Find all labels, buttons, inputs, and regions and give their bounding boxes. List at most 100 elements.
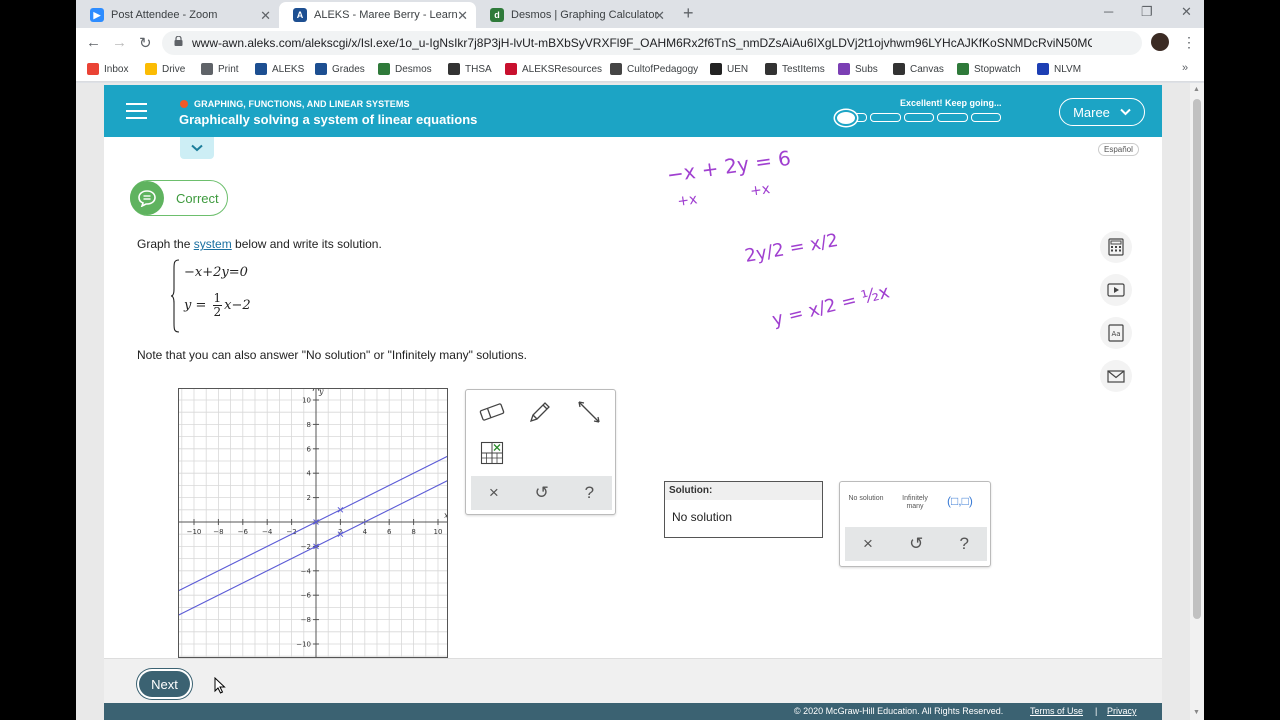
help-button[interactable]: ? <box>959 534 968 554</box>
undo-button[interactable]: ↺ <box>909 534 923 554</box>
restore-button[interactable]: ❐ <box>1141 4 1153 20</box>
bookmark-print[interactable]: Print <box>201 63 239 75</box>
bookmark-uen[interactable]: UEN <box>710 63 748 75</box>
ordered-pair-button[interactable]: (□,□) <box>947 494 973 508</box>
bookmark-aleks[interactable]: ALEKS <box>255 63 304 75</box>
system-link[interactable]: system <box>194 237 232 251</box>
bookmark-grades[interactable]: Grades <box>315 63 365 75</box>
close-icon[interactable]: ✕ <box>457 8 468 24</box>
graph-canvas[interactable]: xy−10−8−6−4−2246810108642−2−4−6−8−10 <box>178 388 448 658</box>
collapse-header-button[interactable] <box>180 137 214 159</box>
bookmark-cultofpedagogy[interactable]: CultofPedagogy <box>610 63 698 75</box>
clear-button[interactable]: × <box>863 534 873 554</box>
bookmark-thsa[interactable]: THSA <box>448 63 492 75</box>
profile-avatar[interactable] <box>1151 33 1169 51</box>
mail-icon[interactable] <box>1100 360 1132 392</box>
bookmark-drive[interactable]: Drive <box>145 63 185 75</box>
fraction: 12 <box>212 292 223 319</box>
uen-icon <box>710 63 722 75</box>
printer-icon <box>201 63 213 75</box>
flag-icon <box>765 63 777 75</box>
bookmark-desmos[interactable]: Desmos <box>378 63 432 75</box>
answer-note: Note that you can also answer "No soluti… <box>137 348 527 362</box>
close-icon[interactable]: ✕ <box>654 8 665 24</box>
table-icon[interactable] <box>477 438 507 468</box>
menu-icon[interactable] <box>126 103 147 119</box>
line-tool-icon[interactable] <box>574 397 604 427</box>
bookmark-subs[interactable]: Subs <box>838 63 878 75</box>
pencil-icon[interactable] <box>525 397 555 427</box>
tab-aleks[interactable]: A ALEKS - Maree Berry - Learn ✕ <box>279 2 476 28</box>
copyright-text: © 2020 McGraw-Hill Education. All Rights… <box>794 706 1004 716</box>
browser-menu-icon[interactable]: ⋮ <box>1182 34 1196 51</box>
annotation-line-2: 2y/2 = x/2 <box>743 230 840 267</box>
bookmarks-overflow-icon[interactable]: » <box>1182 62 1188 74</box>
scroll-down-icon[interactable]: ▼ <box>1193 709 1200 716</box>
clear-button[interactable]: × <box>489 483 499 503</box>
new-tab-button[interactable]: + <box>683 3 694 24</box>
tab-desmos[interactable]: d Desmos | Graphing Calculator ✕ <box>476 2 673 28</box>
bookmark-testitems[interactable]: TestItems <box>765 63 825 75</box>
undo-button[interactable]: ↺ <box>535 483 549 503</box>
y-tick-label: 10 <box>302 397 311 405</box>
user-menu-button[interactable]: Maree <box>1059 98 1145 126</box>
dictionary-icon[interactable]: Aa <box>1100 317 1132 349</box>
prompt-text: below and write its solution. <box>231 237 382 251</box>
progress-bar <box>837 113 1002 122</box>
close-icon[interactable]: ✕ <box>260 8 271 24</box>
x-tick-label: 4 <box>363 528 368 536</box>
bookmark-nlvm[interactable]: NLVM <box>1037 63 1081 75</box>
bookmark-label: Stopwatch <box>974 63 1021 75</box>
x-tick-label: −4 <box>262 528 273 536</box>
tab-zoom[interactable]: ▶ Post Attendee - Zoom ✕ <box>76 2 279 28</box>
scrollbar-thumb[interactable] <box>1193 99 1201 619</box>
reload-icon[interactable]: ↻ <box>139 34 152 52</box>
solution-field[interactable]: Solution: No solution <box>664 481 823 538</box>
bookmark-canvas[interactable]: Canvas <box>893 63 944 75</box>
next-button[interactable]: Next <box>139 671 190 697</box>
language-toggle[interactable]: Español <box>1098 143 1139 156</box>
bookmark-label: ALEKSResources <box>522 63 603 75</box>
scroll-up-icon[interactable]: ▲ <box>1193 86 1200 93</box>
privacy-link[interactable]: Privacy <box>1107 706 1137 716</box>
side-toolbar: Aa <box>1100 231 1134 403</box>
prompt-text: Graph the <box>137 237 194 251</box>
no-solution-button[interactable]: No solution <box>845 495 887 503</box>
terms-link[interactable]: Terms of Use <box>1030 706 1083 716</box>
aleks-header: GRAPHING, FUNCTIONS, AND LINEAR SYSTEMS … <box>104 85 1162 137</box>
y-tick-label: −4 <box>301 567 312 575</box>
calculator-icon[interactable] <box>1100 231 1132 263</box>
aleks-page: GRAPHING, FUNCTIONS, AND LINEAR SYSTEMS … <box>104 85 1162 720</box>
video-icon[interactable] <box>1100 274 1132 306</box>
window-close-button[interactable]: ✕ <box>1181 4 1192 20</box>
infinitely-many-button[interactable]: Infinitely many <box>895 495 935 511</box>
y-tick-label: −8 <box>301 616 311 624</box>
thsa-icon <box>448 63 460 75</box>
solution-label: Solution: <box>665 482 822 500</box>
help-button[interactable]: ? <box>585 483 594 503</box>
tab-title: ALEKS - Maree Berry - Learn <box>314 9 458 21</box>
user-name: Maree <box>1073 104 1110 120</box>
bookmark-inbox[interactable]: Inbox <box>87 63 128 75</box>
equation-1: −x+2y=0 <box>184 265 248 280</box>
browser-window: ▶ Post Attendee - Zoom ✕ A ALEKS - Maree… <box>76 0 1204 720</box>
lesson-title: Graphically solving a system of linear e… <box>179 112 478 127</box>
brace-icon <box>170 259 180 333</box>
bookmark-label: Drive <box>162 63 186 75</box>
coordinate-grid[interactable]: xy−10−8−6−4−2246810108642−2−4−6−8−10 <box>179 389 448 658</box>
x-tick-label: −6 <box>238 528 249 536</box>
progress-knob <box>835 110 857 126</box>
eraser-icon[interactable] <box>477 397 507 427</box>
copyright-bar: © 2020 McGraw-Hill Education. All Rights… <box>104 703 1162 720</box>
bookmark-label: TestItems <box>782 63 825 75</box>
address-bar[interactable]: www-awn.aleks.com/alekscgi/x/Isl.exe/1o_… <box>162 31 1142 55</box>
minimize-button[interactable]: ─ <box>1104 4 1113 19</box>
bookmark-stopwatch[interactable]: Stopwatch <box>957 63 1021 75</box>
back-icon[interactable]: ← <box>86 34 101 51</box>
page-scrollbar[interactable]: ▲ ▼ <box>1190 83 1204 720</box>
progress-segment <box>970 113 1002 122</box>
bookmark-label: Grades <box>332 63 365 75</box>
bookmark-alekresources[interactable]: ALEKSResources <box>505 63 602 75</box>
forward-icon[interactable]: → <box>112 34 127 51</box>
y-tick-label: −6 <box>301 592 312 600</box>
